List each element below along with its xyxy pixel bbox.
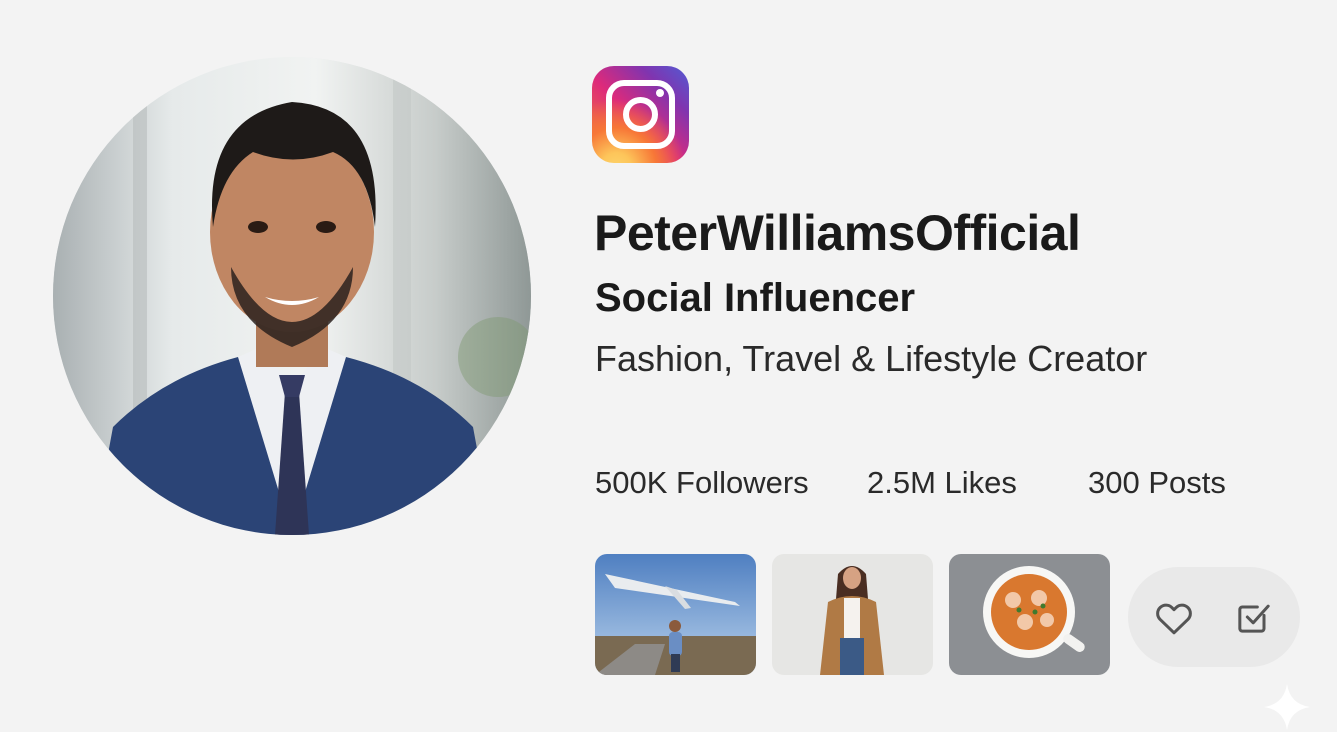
post-thumbnail-fashion[interactable] xyxy=(772,554,933,675)
instagram-icon[interactable] xyxy=(592,66,689,163)
travel-photo xyxy=(595,554,756,675)
likes-count: 2.5M Likes xyxy=(867,465,1017,500)
like-button[interactable] xyxy=(1152,595,1196,639)
sparkle-icon xyxy=(1264,684,1310,730)
followers-count[interactable]: 500K Followers xyxy=(595,465,809,501)
checkbox-icon xyxy=(1238,604,1270,633)
post-actions-bar xyxy=(1128,567,1300,667)
profile-avatar[interactable] xyxy=(53,57,531,535)
profile-username: PeterWilliamsOfficial xyxy=(594,205,1081,261)
fashion-photo xyxy=(772,554,933,675)
post-thumbnail-travel[interactable] xyxy=(595,554,756,675)
instagram-lens-shape xyxy=(623,97,658,132)
save-button[interactable] xyxy=(1232,595,1276,639)
instagram-dot-shape xyxy=(656,89,664,97)
food-photo xyxy=(949,554,1110,675)
profile-role: Social Influencer xyxy=(595,276,916,320)
avatar-photo xyxy=(53,57,531,535)
heart-icon xyxy=(1156,603,1192,635)
profile-bio: Fashion, Travel & Lifestyle Creator xyxy=(595,338,1148,379)
posts-count[interactable]: 300 Posts xyxy=(1088,465,1226,501)
post-thumbnail-food[interactable] xyxy=(949,554,1110,675)
